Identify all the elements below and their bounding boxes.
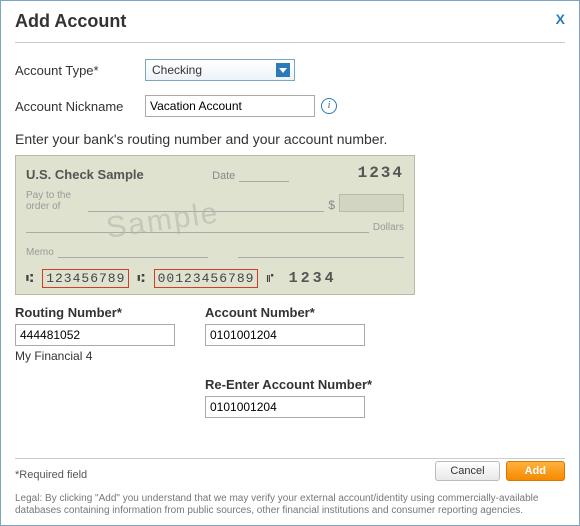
legal-text: Legal: By clicking "Add" you understand … (15, 493, 565, 517)
check-micr-line: ⑆ 123456789 ⑆ 00123456789 ⑈ 1234 (26, 269, 404, 288)
routing-input[interactable] (15, 324, 175, 346)
check-amount-box (339, 194, 404, 212)
check-sample: U.S. Check Sample Date 1234 Pay to the o… (15, 155, 415, 295)
reenter-label: Re-Enter Account Number* (205, 377, 405, 392)
micr-check-number: 1234 (289, 270, 337, 287)
account-type-label: Account Type* (15, 63, 145, 78)
routing-label: Routing Number* (15, 305, 175, 320)
check-name: U.S. Check Sample (26, 167, 144, 182)
account-type-value: Checking (152, 63, 202, 77)
check-payto-label: Pay to the order of (26, 190, 84, 212)
dialog-title: Add Account (15, 11, 126, 38)
add-button[interactable]: Add (506, 461, 565, 481)
chevron-down-icon (276, 63, 290, 77)
micr-routing-highlight: 123456789 (42, 269, 129, 288)
nickname-label: Account Nickname (15, 99, 145, 114)
nickname-input[interactable] (145, 95, 315, 117)
micr-account-highlight: 00123456789 (154, 269, 259, 288)
account-type-select[interactable]: Checking (145, 59, 295, 81)
instruction-text: Enter your bank's routing number and you… (15, 131, 565, 147)
bank-lookup-name: My Financial 4 (15, 349, 175, 363)
close-icon[interactable]: X (556, 11, 565, 27)
required-note: *Required field (15, 469, 87, 481)
info-icon[interactable]: i (321, 98, 337, 114)
footer-divider (15, 458, 565, 459)
check-dollars-label: Dollars (373, 222, 404, 233)
check-memo-label: Memo (26, 247, 54, 258)
check-date-label: Date (212, 170, 235, 182)
reenter-input[interactable] (205, 396, 365, 418)
divider (15, 42, 565, 43)
add-account-dialog: Add Account X Account Type* Checking Acc… (0, 0, 580, 526)
check-number: 1234 (358, 164, 404, 182)
account-label: Account Number* (205, 305, 365, 320)
account-input[interactable] (205, 324, 365, 346)
cancel-button[interactable]: Cancel (435, 461, 499, 481)
